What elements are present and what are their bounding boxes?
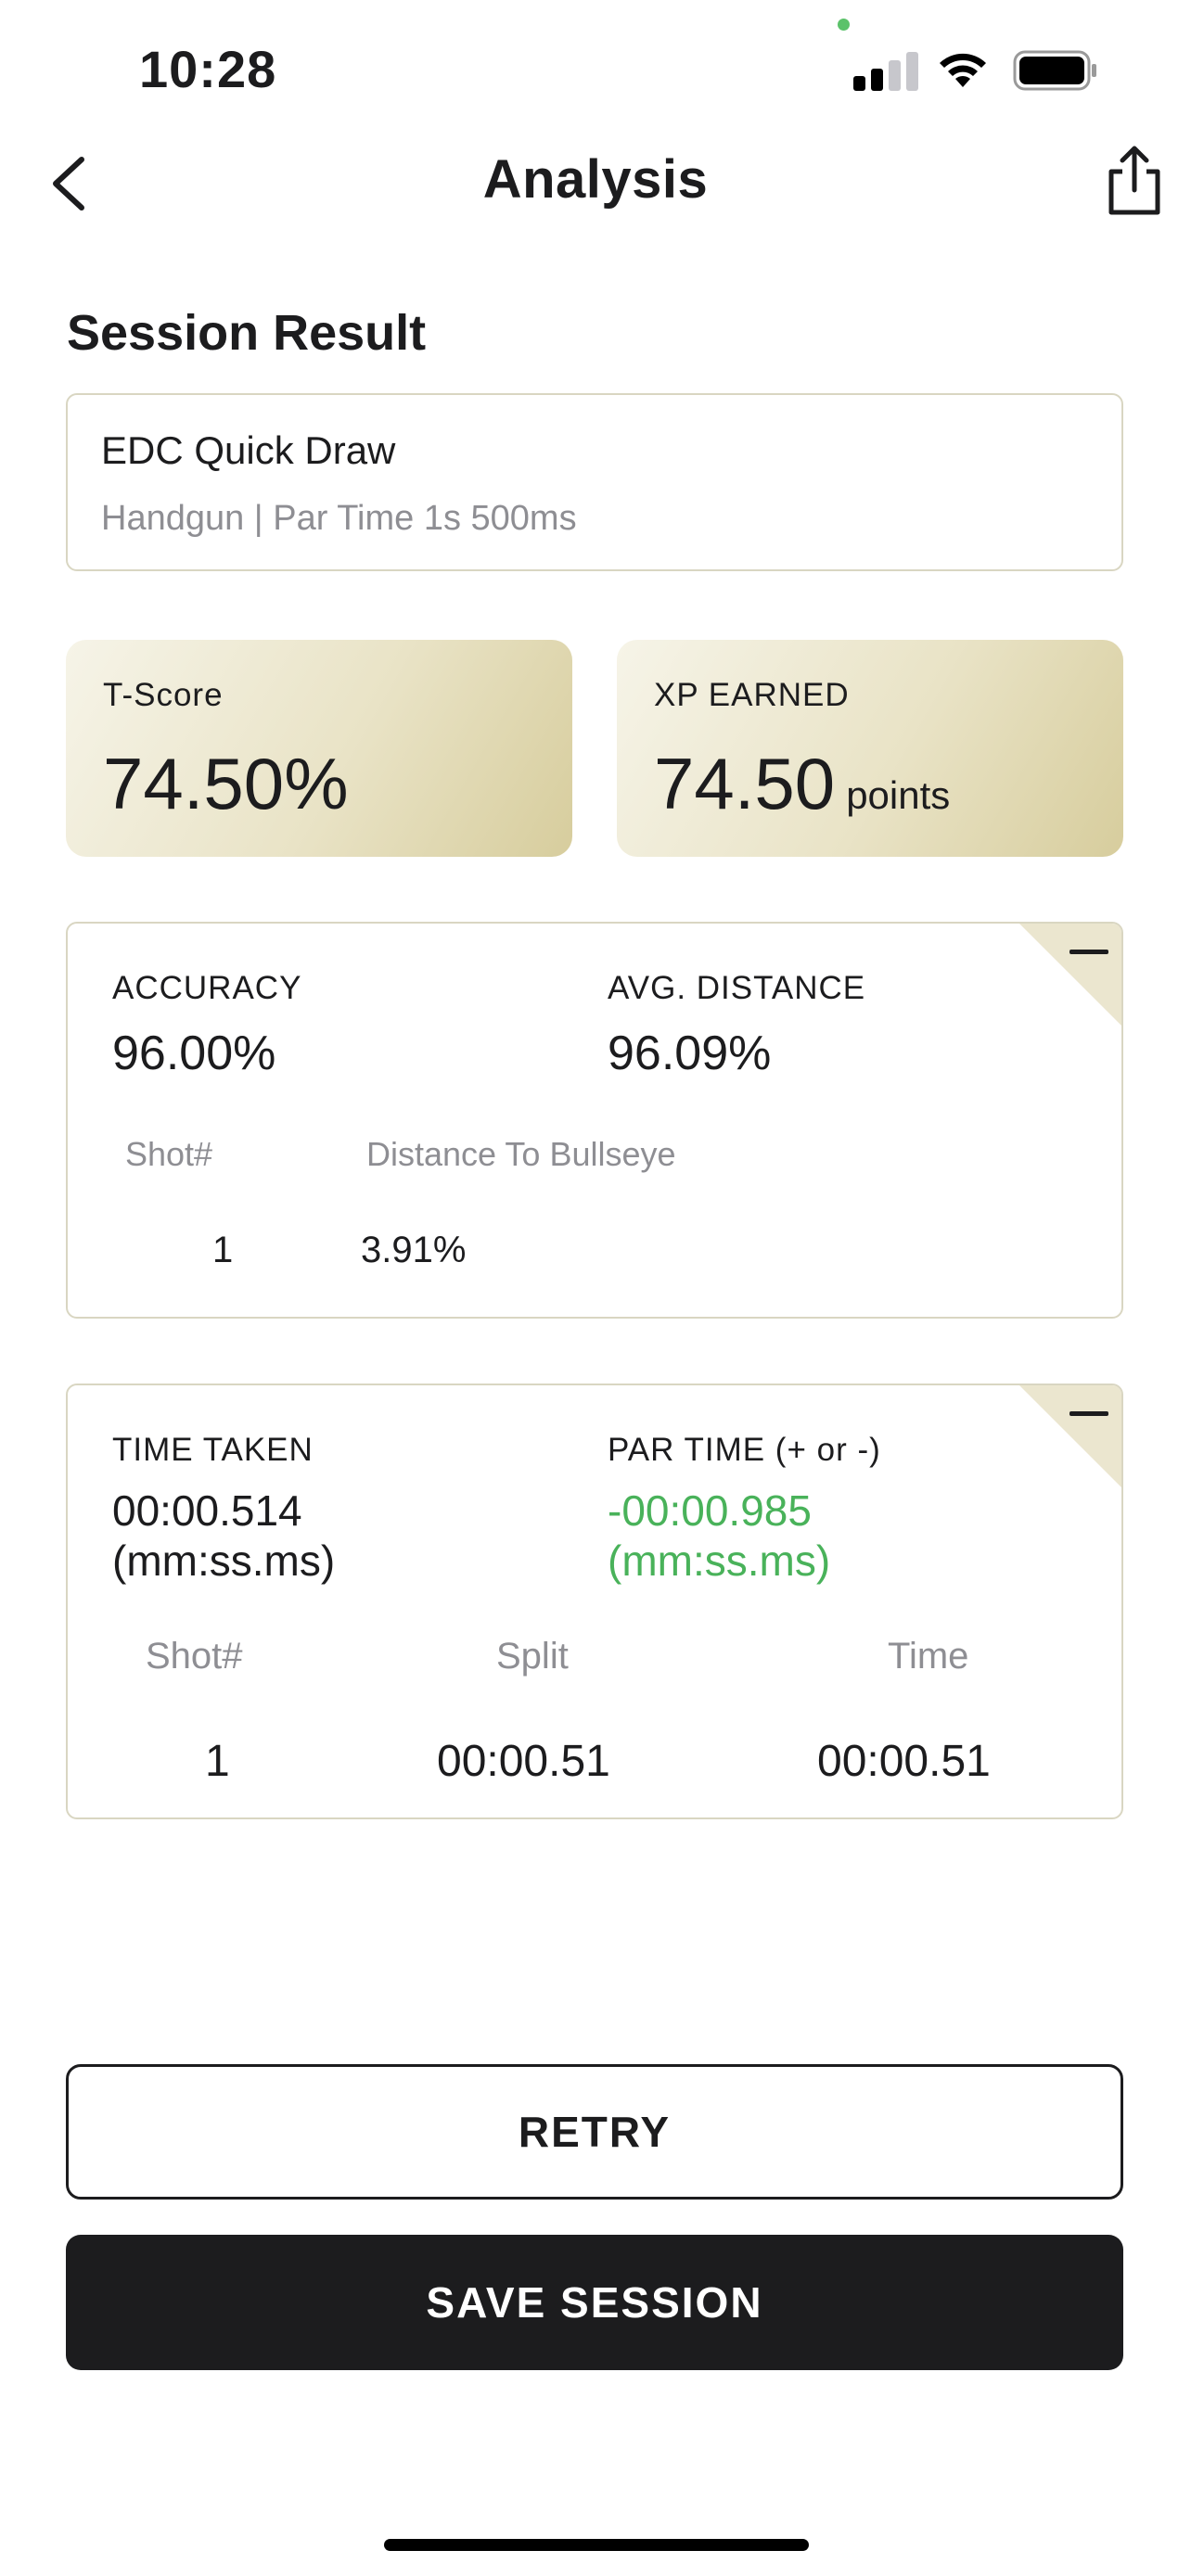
xp-earned-unit: points <box>846 773 951 817</box>
xp-earned-label: XP EARNED <box>654 677 850 713</box>
page-title: Analysis <box>482 149 709 210</box>
card-corner-tab <box>1019 924 1121 1026</box>
save-session-button[interactable]: SAVE SESSION <box>66 2235 1123 2370</box>
card-corner-tab <box>1019 1385 1121 1487</box>
share-icon[interactable] <box>1104 144 1165 218</box>
column-header-distance: Distance To Bullseye <box>366 1135 676 1173</box>
wifi-icon <box>940 53 986 87</box>
cell-time: 00:00.51 <box>817 1737 991 1786</box>
avg-distance-value: 96.09% <box>608 1027 772 1080</box>
cell-shot: 1 <box>205 1737 230 1786</box>
column-header-split: Split <box>496 1636 569 1677</box>
cell-distance: 3.91% <box>361 1230 467 1270</box>
t-score-card: T-Score 74.50% <box>66 640 572 857</box>
cell-shot: 1 <box>212 1230 234 1270</box>
session-name: EDC Quick Draw <box>101 428 396 472</box>
accuracy-card: ACCURACY 96.00% AVG. DISTANCE 96.09% Sho… <box>66 922 1123 1319</box>
session-info-card: EDC Quick Draw Handgun | Par Time 1s 500… <box>66 393 1123 571</box>
column-header-time: Time <box>888 1636 969 1677</box>
status-time: 10:28 <box>139 40 277 98</box>
collapse-minus-icon[interactable] <box>1069 950 1108 954</box>
accuracy-value: 96.00% <box>112 1027 276 1080</box>
cellular-signal-icon <box>853 48 920 91</box>
retry-button[interactable]: RETRY <box>66 2064 1123 2200</box>
privacy-indicator-dot <box>838 19 850 31</box>
t-score-number: 74.50% <box>103 743 349 824</box>
collapse-minus-icon[interactable] <box>1069 1411 1108 1416</box>
time-card: TIME TAKEN 00:00.514 (mm:ss.ms) PAR TIME… <box>66 1384 1123 1819</box>
xp-earned-value: 74.50 points <box>654 742 950 826</box>
section-title: Session Result <box>67 305 427 361</box>
xp-earned-number: 74.50 <box>654 743 836 824</box>
home-indicator[interactable] <box>384 2539 809 2551</box>
cell-split: 00:00.51 <box>437 1737 610 1786</box>
session-subtitle: Handgun | Par Time 1s 500ms <box>101 499 577 538</box>
t-score-label: T-Score <box>103 677 224 713</box>
time-taken-label: TIME TAKEN <box>112 1432 314 1468</box>
time-taken-unit: (mm:ss.ms) <box>112 1537 336 1585</box>
accuracy-label: ACCURACY <box>112 970 302 1006</box>
time-taken-number: 00:00.514 <box>112 1486 302 1535</box>
column-header-shot: Shot# <box>146 1636 243 1677</box>
par-time-value: -00:00.985 (mm:ss.ms) <box>608 1486 830 1586</box>
time-taken-value: 00:00.514 (mm:ss.ms) <box>112 1486 335 1586</box>
t-score-value: 74.50% <box>103 742 349 826</box>
battery-icon <box>1013 50 1096 91</box>
par-time-unit: (mm:ss.ms) <box>608 1537 831 1585</box>
column-header-shot: Shot# <box>125 1135 213 1173</box>
par-time-label: PAR TIME (+ or -) <box>608 1432 881 1468</box>
xp-earned-card: XP EARNED 74.50 points <box>617 640 1123 857</box>
par-time-number: -00:00.985 <box>608 1486 812 1535</box>
avg-distance-label: AVG. DISTANCE <box>608 970 866 1006</box>
